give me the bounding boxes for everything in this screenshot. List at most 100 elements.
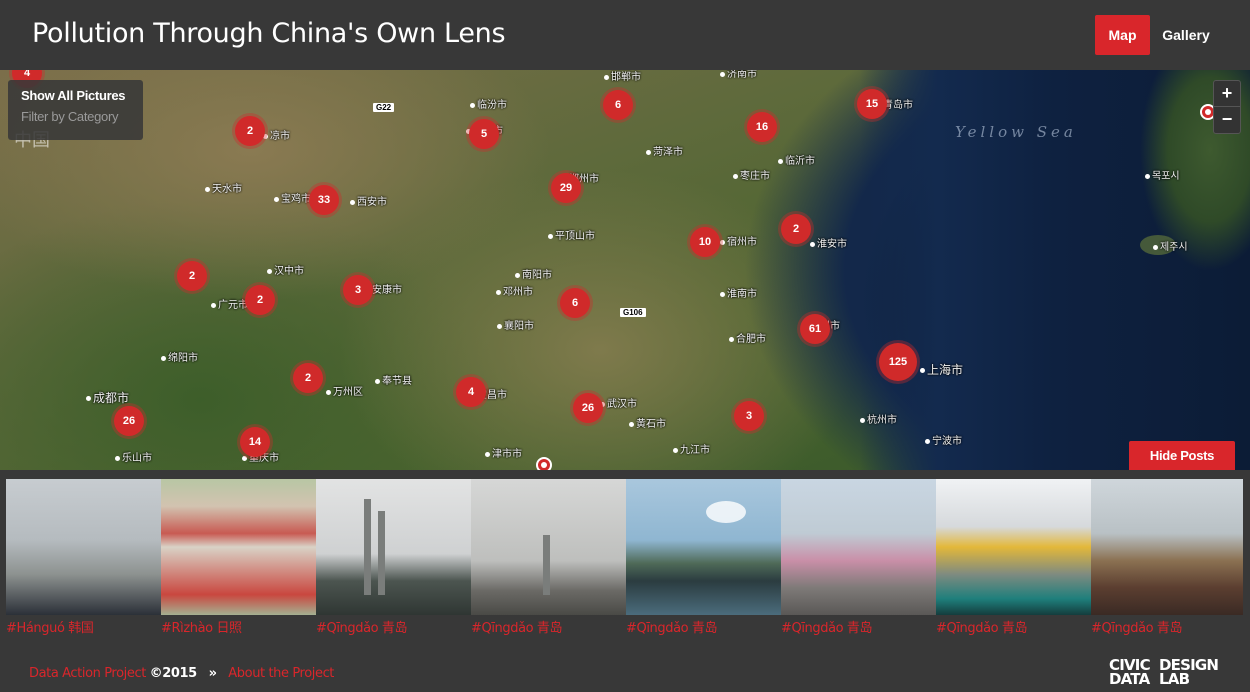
city-label: 平顶山市 bbox=[548, 227, 595, 242]
city-label: 万州区 bbox=[326, 383, 363, 398]
map-cluster-marker[interactable]: 14 bbox=[240, 427, 270, 457]
posts-strip: #Hánguó 韩国 #Rìzhào 日照 #Qīngdǎo 青岛 #Qīngd… bbox=[0, 470, 1250, 640]
logo-word: LAB bbox=[1159, 670, 1190, 688]
map-cluster-marker[interactable]: 6 bbox=[560, 288, 590, 318]
post-card[interactable]: #Hánguó 韩国 bbox=[6, 479, 161, 636]
about-project-link[interactable]: About the Project bbox=[228, 666, 334, 681]
map-cluster-marker[interactable]: 10 bbox=[690, 227, 720, 257]
post-thumbnail[interactable] bbox=[6, 479, 161, 615]
satellite-map[interactable]: Yellow Sea 中国 G22 G106 邯郸市 济南市 临汾市 青岛市 凉… bbox=[0, 70, 1250, 470]
map-cluster-marker[interactable]: 5 bbox=[469, 119, 499, 149]
map-cluster-marker[interactable]: 29 bbox=[551, 173, 581, 203]
city-label: 목포시 bbox=[1145, 167, 1180, 182]
nav-gallery-button[interactable]: Gallery bbox=[1156, 15, 1216, 55]
post-thumbnail[interactable] bbox=[781, 479, 936, 615]
page-title: Pollution Through China's Own Lens bbox=[32, 18, 506, 49]
city-label: 黄石市 bbox=[629, 415, 666, 430]
city-label: 绵阳市 bbox=[161, 349, 198, 364]
map-cluster-marker[interactable]: 2 bbox=[293, 363, 323, 393]
post-thumbnail[interactable] bbox=[471, 479, 626, 615]
show-all-pictures-link[interactable]: Show All Pictures bbox=[21, 88, 130, 103]
city-label: 제주시 bbox=[1153, 238, 1188, 253]
city-label: 凉市 bbox=[263, 127, 290, 142]
post-thumbnail[interactable] bbox=[161, 479, 316, 615]
city-label: 武汉市 bbox=[600, 395, 637, 410]
post-location-tag[interactable]: #Qīngdǎo 青岛 bbox=[936, 617, 1091, 636]
city-label: 津市市 bbox=[485, 445, 522, 460]
city-label: 乐山市 bbox=[115, 449, 152, 464]
map-cluster-marker[interactable]: 2 bbox=[245, 285, 275, 315]
post-location-tag[interactable]: #Qīngdǎo 青岛 bbox=[626, 617, 781, 636]
road-shield: G22 bbox=[373, 103, 395, 112]
map-zoom-control: + − bbox=[1213, 80, 1241, 134]
post-thumbnail[interactable] bbox=[1091, 479, 1243, 615]
map-cluster-marker[interactable]: 16 bbox=[747, 112, 777, 142]
chimney-shape bbox=[543, 535, 550, 595]
city-label: 宿州市 bbox=[720, 233, 757, 248]
post-card[interactable]: #Qīngdǎo 青岛 bbox=[316, 479, 471, 636]
map-cluster-marker[interactable]: 2 bbox=[781, 214, 811, 244]
map-cluster-marker[interactable]: 3 bbox=[734, 401, 764, 431]
map-cluster-marker[interactable]: 2 bbox=[177, 261, 207, 291]
city-label: 襄阳市 bbox=[497, 317, 534, 332]
map-cluster-marker[interactable]: 6 bbox=[603, 90, 633, 120]
smoke-plume bbox=[706, 501, 746, 523]
post-location-tag[interactable]: #Qīngdǎo 青岛 bbox=[471, 617, 626, 636]
city-label: 淮南市 bbox=[720, 285, 757, 300]
post-location-tag[interactable]: #Qīngdǎo 青岛 bbox=[781, 617, 936, 636]
zoom-in-button[interactable]: + bbox=[1214, 81, 1240, 107]
post-location-tag[interactable]: #Hánguó 韩国 bbox=[6, 617, 161, 636]
post-card[interactable]: #Rìzhào 日照 bbox=[161, 479, 316, 636]
data-action-project-link[interactable]: Data Action Project bbox=[29, 666, 146, 681]
map-cluster-marker[interactable]: 15 bbox=[857, 89, 887, 119]
city-label: 淮安市 bbox=[810, 235, 847, 250]
map-cluster-marker[interactable]: 125 bbox=[879, 343, 917, 381]
city-label: 成都市 bbox=[86, 389, 129, 406]
map-cluster-marker[interactable]: 61 bbox=[800, 314, 830, 344]
post-location-tag[interactable]: #Qīngdǎo 青岛 bbox=[1091, 617, 1243, 636]
city-label: 上海市 bbox=[920, 361, 963, 378]
post-location-tag[interactable]: #Rìzhào 日照 bbox=[161, 617, 316, 636]
map-cluster-marker[interactable]: 2 bbox=[235, 116, 265, 146]
map-cluster-marker[interactable]: 4 bbox=[456, 377, 486, 407]
post-card[interactable]: #Qīngdǎo 青岛 bbox=[626, 479, 781, 636]
post-card[interactable]: #Qīngdǎo 青岛 bbox=[936, 479, 1091, 636]
city-label: 杭州市 bbox=[860, 411, 897, 426]
nav-map-button[interactable]: Map bbox=[1095, 15, 1150, 55]
filter-by-category-link[interactable]: Filter by Category bbox=[21, 109, 130, 124]
city-label: 宝鸡市 bbox=[274, 190, 311, 205]
city-label: 合肥市 bbox=[729, 330, 766, 345]
city-label: 西安市 bbox=[350, 193, 387, 208]
app-footer: Data Action Project ©2015 » About the Pr… bbox=[0, 640, 1250, 692]
map-cluster-marker[interactable]: 26 bbox=[573, 393, 603, 423]
post-location-tag[interactable]: #Qīngdǎo 青岛 bbox=[316, 617, 471, 636]
city-label: 济南市 bbox=[720, 70, 757, 80]
footer-credits: Data Action Project ©2015 » About the Pr… bbox=[29, 666, 334, 681]
map-cluster-marker[interactable]: 33 bbox=[309, 185, 339, 215]
road-shield: G106 bbox=[620, 308, 646, 317]
post-card[interactable]: #Qīngdǎo 青岛 bbox=[781, 479, 936, 636]
civic-data-design-lab-logo[interactable]: CIVIC DESIGN DATA LAB bbox=[1109, 658, 1221, 688]
city-label: 南阳市 bbox=[515, 266, 552, 281]
post-card[interactable]: #Qīngdǎo 青岛 bbox=[471, 479, 626, 636]
hide-posts-button[interactable]: Hide Posts bbox=[1129, 441, 1235, 470]
map-cluster-marker[interactable]: 3 bbox=[343, 275, 373, 305]
city-label: 奉节县 bbox=[375, 372, 412, 387]
post-thumbnail[interactable] bbox=[316, 479, 471, 615]
map-cluster-marker[interactable]: 26 bbox=[114, 406, 144, 436]
post-thumbnail[interactable] bbox=[936, 479, 1091, 615]
city-label: 汉中市 bbox=[267, 262, 304, 277]
city-label: 邯郸市 bbox=[604, 70, 641, 83]
city-label: 枣庄市 bbox=[733, 167, 770, 182]
chimney-shape bbox=[364, 499, 371, 595]
post-thumbnail[interactable] bbox=[626, 479, 781, 615]
city-label: 九江市 bbox=[673, 441, 710, 456]
city-label: 菏泽市 bbox=[646, 143, 683, 158]
zoom-out-button[interactable]: − bbox=[1214, 107, 1240, 133]
city-label: 宁波市 bbox=[925, 432, 962, 447]
city-label: 临沂市 bbox=[778, 152, 815, 167]
post-card[interactable]: #Qīngdǎo 青岛 bbox=[1091, 479, 1243, 636]
map-pin-marker[interactable] bbox=[536, 457, 552, 470]
city-label: 天水市 bbox=[205, 180, 242, 195]
city-label: 临汾市 bbox=[470, 96, 507, 111]
